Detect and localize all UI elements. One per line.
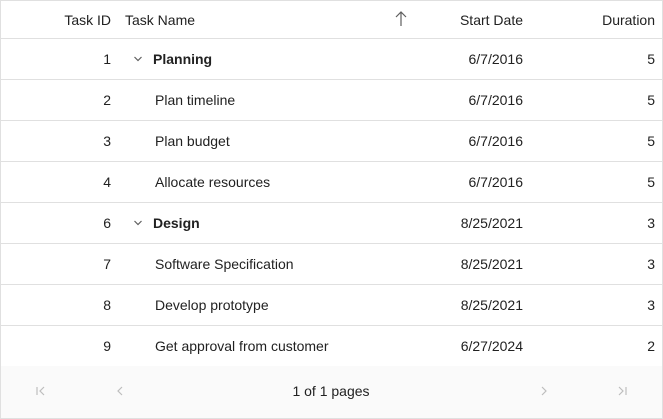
task-row[interactable]: 2 Plan timeline 6/7/2016 5: [1, 80, 662, 121]
task-name-text: Plan budget: [155, 133, 230, 149]
task-row[interactable]: 3 Plan budget 6/7/2016 5: [1, 121, 662, 162]
chevron-down-icon[interactable]: [132, 39, 144, 79]
task-name-text: Software Specification: [155, 256, 294, 272]
start-date-cell: 8/25/2021: [460, 215, 523, 231]
task-name-text: Planning: [153, 51, 213, 67]
start-date-cell: 6/7/2016: [468, 174, 524, 190]
task-name-cell: Get approval from customer: [155, 326, 455, 366]
duration-cell: 3: [647, 215, 655, 231]
task-name-text: Plan timeline: [155, 92, 236, 108]
column-header-task-id[interactable]: Task ID: [1, 1, 111, 38]
task-row[interactable]: 9 Get approval from customer 6/27/2024 2: [1, 326, 662, 367]
task-name-text: Develop prototype: [155, 297, 269, 313]
start-date-cell: 6/27/2024: [460, 338, 523, 354]
pager: 1 of 1 pages: [1, 366, 662, 418]
tree-grid: Task ID Task Name Start Date Duration 1 P…: [0, 0, 663, 419]
task-name-cell: Plan budget: [155, 121, 455, 161]
task-name-cell: Planning: [153, 39, 453, 79]
pager-info: 1 of 1 pages: [292, 383, 370, 399]
duration-cell: 5: [647, 51, 655, 67]
column-header-label: Task ID: [64, 11, 111, 28]
duration-cell: 2: [647, 338, 655, 354]
column-header-label: Duration: [602, 11, 655, 28]
task-row[interactable]: 8 Develop prototype 8/25/2021 3: [1, 285, 662, 326]
parent-task-row[interactable]: 1 Planning 6/7/2016 5: [1, 39, 662, 80]
next-page-icon[interactable]: [537, 384, 551, 398]
task-name-cell: Allocate resources: [155, 162, 455, 202]
last-page-icon[interactable]: [615, 384, 629, 398]
duration-cell: 5: [647, 133, 655, 149]
task-name-cell: Plan timeline: [155, 80, 455, 120]
start-date-cell: 6/7/2016: [468, 133, 524, 149]
start-date-cell: 8/25/2021: [460, 297, 523, 313]
duration-cell: 5: [647, 174, 655, 190]
column-header-duration[interactable]: Duration: [561, 1, 655, 38]
task-name-text: Allocate resources: [155, 174, 271, 190]
start-date-cell: 6/7/2016: [468, 92, 524, 108]
task-id-cell: 8: [103, 297, 111, 313]
task-id-cell: 9: [103, 338, 111, 354]
start-date-cell: 8/25/2021: [460, 256, 523, 272]
task-name-cell: Software Specification: [155, 244, 455, 284]
start-date-cell: 6/7/2016: [468, 51, 524, 67]
task-name-text: Design: [153, 215, 200, 231]
task-name-text: Get approval from customer: [155, 338, 329, 354]
previous-page-icon[interactable]: [113, 384, 127, 398]
task-row[interactable]: 7 Software Specification 8/25/2021 3: [1, 244, 662, 285]
task-id-cell: 3: [103, 133, 111, 149]
task-row[interactable]: 4 Allocate resources 6/7/2016 5: [1, 162, 662, 203]
first-page-icon[interactable]: [34, 384, 48, 398]
chevron-down-icon[interactable]: [132, 203, 144, 243]
parent-task-row[interactable]: 6 Design 8/25/2021 3: [1, 203, 662, 244]
duration-cell: 3: [647, 256, 655, 272]
task-id-cell: 7: [103, 256, 111, 272]
grid-header: Task ID Task Name Start Date Duration: [1, 1, 662, 39]
column-header-task-name[interactable]: Task Name: [125, 1, 425, 38]
column-header-label: Task Name: [125, 11, 196, 28]
column-header-start-date[interactable]: Start Date: [421, 1, 523, 38]
task-id-cell: 4: [103, 174, 111, 190]
column-header-label: Start Date: [459, 11, 523, 28]
task-id-cell: 1: [103, 51, 111, 67]
task-id-cell: 6: [103, 215, 111, 231]
task-name-cell: Design: [153, 203, 453, 243]
duration-cell: 5: [647, 92, 655, 108]
task-id-cell: 2: [103, 92, 111, 108]
task-name-cell: Develop prototype: [155, 285, 455, 325]
duration-cell: 3: [647, 297, 655, 313]
arrow-up-icon: [393, 10, 409, 28]
